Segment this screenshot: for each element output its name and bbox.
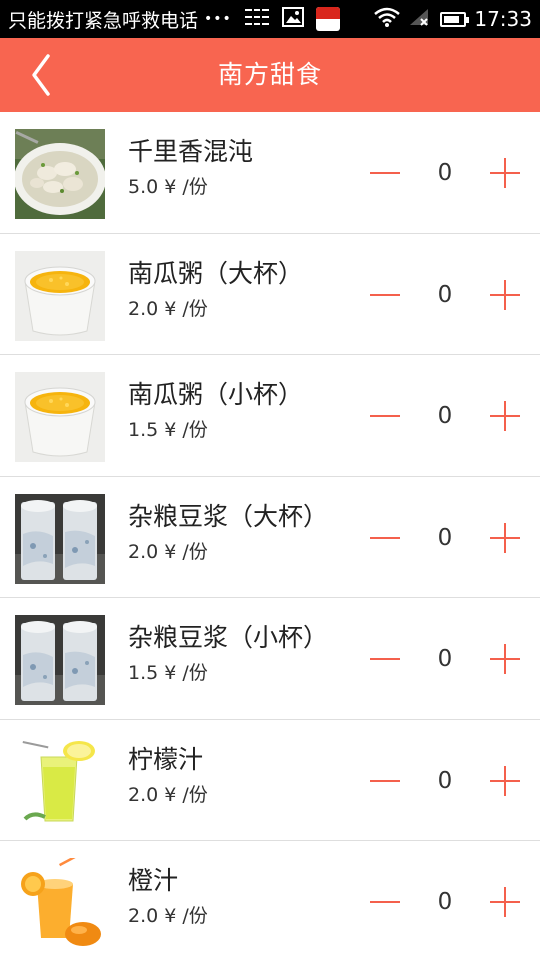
quantity-stepper: 0 (370, 644, 520, 674)
item-price-value: 2.0 ¥ (128, 540, 177, 563)
item-name: 南瓜粥（小杯） (128, 380, 304, 409)
increase-button[interactable] (490, 887, 520, 917)
menu-item: 南瓜粥（大杯） 2.0 ¥/份 0 (0, 233, 540, 355)
item-price-unit: /份 (182, 176, 208, 198)
clock: 17:33 (474, 7, 532, 31)
quantity-stepper: 0 (370, 887, 520, 917)
page-title: 南方甜食 (217, 60, 322, 89)
item-price-value: 1.5 ¥ (128, 662, 177, 684)
decrease-button[interactable] (370, 158, 400, 188)
menu-item: 千里香混沌 5.0 ¥/份 0 (0, 112, 540, 234)
item-price-value: 2.0 ¥ (128, 297, 177, 320)
item-price: 2.0 ¥/份 (128, 537, 208, 564)
item-price: 2.0 ¥/份 (128, 294, 208, 321)
item-quantity: 0 (437, 889, 453, 915)
pumpkin-porridge-image (15, 250, 105, 341)
item-quantity: 0 (437, 160, 453, 186)
orange-juice-image (15, 858, 105, 948)
quantity-stepper: 0 (370, 765, 520, 796)
item-price-unit: /份 (182, 783, 208, 806)
app-header: 南方甜食 (0, 38, 540, 112)
item-quantity: 0 (437, 524, 453, 551)
more-dots: ••• (204, 11, 232, 27)
status-bar: 只能拨打紧急呼救电话 ••• 17:33 (0, 0, 540, 38)
item-price: 5.0 ¥/份 (128, 172, 208, 199)
menu-item: 杂粮豆浆（大杯） 2.0 ¥/份 0 (0, 476, 540, 598)
item-name: 杂粮豆浆（大杯） (128, 501, 329, 531)
increase-button[interactable] (490, 644, 520, 674)
item-price-unit: /份 (182, 662, 208, 684)
item-quantity: 0 (437, 403, 453, 429)
menu-item: 柠檬汁 2.0 ¥/份 0 (0, 719, 540, 841)
decrease-button[interactable] (370, 280, 400, 310)
item-quantity: 0 (437, 646, 453, 672)
quantity-stepper: 0 (370, 279, 520, 310)
item-name: 柠檬汁 (128, 744, 204, 774)
wifi-icon (374, 7, 401, 32)
notification-icon (244, 6, 270, 32)
item-price: 1.5 ¥/份 (128, 658, 208, 685)
item-name: 橙汁 (128, 866, 179, 895)
menu-item: 南瓜粥（小杯） 1.5 ¥/份 0 (0, 355, 540, 477)
item-price: 1.5 ¥/份 (128, 415, 208, 442)
soy-milk-image (15, 615, 105, 705)
item-price-value: 1.5 ¥ (128, 419, 177, 441)
signal-icon (408, 7, 432, 32)
increase-button[interactable] (490, 401, 520, 431)
item-price-value: 2.0 ¥ (128, 905, 177, 927)
soy-milk-image (15, 493, 105, 584)
menu-item: 杂粮豆浆（小杯） 1.5 ¥/份 0 (0, 598, 540, 720)
pumpkin-porridge-image (15, 372, 105, 462)
item-price: 2.0 ¥/份 (128, 901, 208, 928)
item-price-value: 2.0 ¥ (128, 783, 177, 806)
increase-button[interactable] (490, 765, 520, 796)
item-price-unit: /份 (182, 297, 208, 320)
item-quantity: 0 (437, 281, 453, 308)
quantity-stepper: 0 (370, 401, 520, 431)
item-price-unit: /份 (182, 905, 208, 927)
item-name: 南瓜粥（大杯） (128, 258, 304, 288)
item-name: 千里香混沌 (128, 137, 254, 166)
decrease-button[interactable] (370, 766, 400, 796)
status-left: 只能拨打紧急呼救电话 ••• (8, 0, 340, 38)
increase-button[interactable] (490, 279, 520, 310)
carrier-text: 只能拨打紧急呼救电话 (8, 9, 199, 32)
status-right: 17:33 (366, 0, 532, 38)
item-price-value: 5.0 ¥ (128, 176, 177, 198)
decrease-button[interactable] (370, 401, 400, 431)
menu-item: 橙汁 2.0 ¥/份 0 (0, 841, 540, 960)
battery-icon (440, 11, 470, 27)
item-price-unit: /份 (182, 419, 208, 441)
decrease-button[interactable] (370, 644, 400, 674)
menu-list: 千里香混沌 5.0 ¥/份 0 南瓜粥（大杯） 2.0 ¥/份 0 南瓜粥（小杯… (0, 112, 540, 960)
decrease-button[interactable] (370, 523, 400, 553)
item-price-unit: /份 (182, 540, 208, 563)
increase-button[interactable] (490, 522, 520, 553)
wonton-soup-image (15, 129, 105, 219)
quantity-stepper: 0 (370, 158, 520, 188)
increase-button[interactable] (490, 158, 520, 188)
news-app-icon (315, 7, 340, 31)
decrease-button[interactable] (370, 887, 400, 917)
item-price: 2.0 ¥/份 (128, 780, 208, 807)
lemon-juice-image (15, 736, 105, 827)
quantity-stepper: 0 (370, 522, 520, 553)
item-name: 杂粮豆浆（小杯） (128, 623, 329, 652)
item-quantity: 0 (437, 767, 453, 794)
gallery-icon (281, 6, 304, 32)
